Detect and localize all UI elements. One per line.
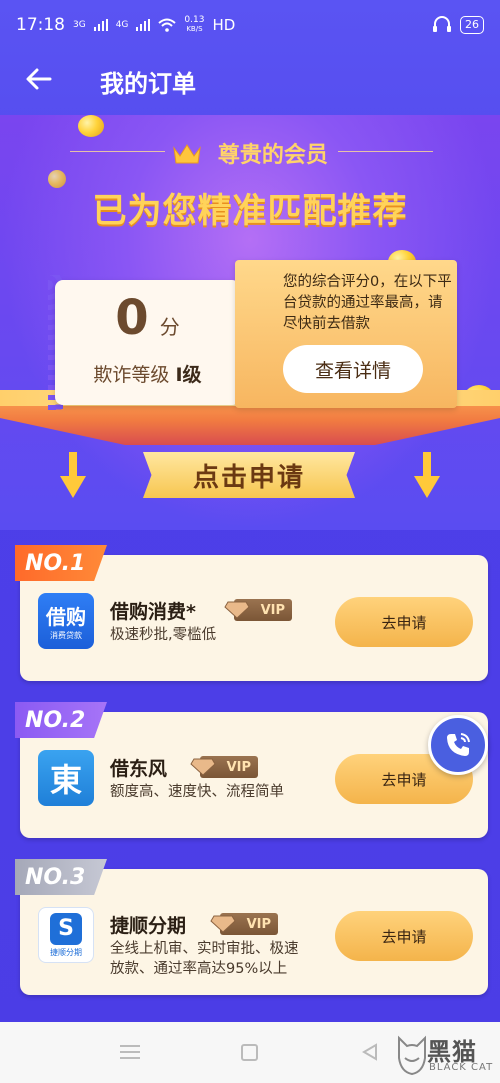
back-arrow-icon[interactable] <box>24 64 54 94</box>
signal-4g-label: 4G <box>115 19 129 30</box>
vip-badge: VIP <box>190 756 258 778</box>
watermark-en: BLACK CAT <box>429 1062 494 1073</box>
app-logo: S 捷顺分期 <box>38 907 94 963</box>
net-speed-unit: KB/S <box>186 25 203 33</box>
score-value: 0 <box>115 290 149 346</box>
coin-decoration <box>78 115 104 137</box>
cat-logo-icon <box>398 1035 426 1076</box>
rank-tag: NO.3 <box>15 859 107 895</box>
app-description: 全线上机审、实时审批、极速 放款、通过率高达95%以上 <box>110 939 299 979</box>
app-logo: 借购 消费贷款 <box>38 593 94 649</box>
arrow-down-icon <box>60 452 86 498</box>
phone-screen: 17:18 3G 4G 0.13 KB/S HD 26 我的订单 尊贵的会员 已… <box>0 0 500 1083</box>
vip-badge: VIP <box>224 599 292 621</box>
net-speed-value: 0.13 <box>184 15 205 25</box>
nav-bar: 我的订单 <box>0 50 500 110</box>
app-name: 借购消费* <box>110 601 196 623</box>
product-card[interactable]: NO.3 S 捷顺分期 捷顺分期 VIP 全线上机审、实时审批、极速 放款、通过… <box>15 859 488 995</box>
member-title: 尊贵的会员 <box>0 137 500 169</box>
page-title: 我的订单 <box>100 70 196 98</box>
app-description: 额度高、速度快、流程简单 <box>110 782 284 802</box>
member-label: 尊贵的会员 <box>217 143 328 168</box>
apply-button[interactable]: 去申请 <box>335 911 473 961</box>
vip-label: VIP <box>226 759 251 775</box>
app-name: 捷顺分期 <box>110 915 187 937</box>
hero-banner: 尊贵的会员 已为您精准匹配推荐 0 分 欺诈等级 I级 您的综合评分0，在以下平… <box>0 115 500 530</box>
app-name: 借东风 <box>110 758 168 780</box>
app-description-line: 全线上机审、实时审批、极速 <box>110 941 299 957</box>
app-logo-text: S <box>50 912 82 945</box>
rank-tag: NO.1 <box>15 545 107 581</box>
diamond-icon <box>210 915 236 933</box>
info-text: 您的综合评分0，在以下平台贷款的通过率最高，请尽快前去借款 <box>283 274 452 332</box>
app-logo-text: 借购 <box>46 605 86 629</box>
hero-headline: 已为您精准匹配推荐 <box>92 191 408 231</box>
fraud-label: 欺诈等级 <box>93 364 170 386</box>
app-description: 极速秒批,零槛低 <box>110 625 216 645</box>
app-description-line: 极速秒批,零槛低 <box>110 627 217 643</box>
app-description-line: 放款、通过率高达95%以上 <box>110 961 288 977</box>
vip-label: VIP <box>246 916 271 932</box>
phone-icon <box>447 733 470 756</box>
app-description-line: 额度高、速度快、流程简单 <box>110 784 284 800</box>
crown-icon <box>173 144 201 164</box>
status-bar: 17:18 3G 4G 0.13 KB/S HD 26 <box>0 0 500 50</box>
signal-3g-label: 3G <box>73 19 86 30</box>
vip-label: VIP <box>260 602 285 618</box>
blackcat-watermark: 黑猫 BLACK CAT <box>395 1030 500 1080</box>
menu-icon[interactable] <box>120 1044 140 1060</box>
arrow-down-icon <box>414 452 440 498</box>
app-logo-sub: 消费贷款 <box>50 631 82 640</box>
battery-indicator: 26 <box>460 16 484 34</box>
status-time: 17:18 <box>16 15 65 35</box>
diamond-icon <box>190 758 216 776</box>
fraud-level-value: I级 <box>175 364 202 386</box>
signal-icon <box>136 19 151 31</box>
app-logo-text: 東 <box>49 761 82 799</box>
apply-button[interactable]: 去申请 <box>335 597 473 647</box>
hd-label: HD <box>212 16 236 34</box>
score-unit: 分 <box>159 315 180 339</box>
back-triangle-icon[interactable] <box>360 1042 380 1062</box>
signal-icon <box>93 19 108 31</box>
home-icon[interactable] <box>241 1044 258 1061</box>
product-card[interactable]: NO.1 借购 消费贷款 借购消费* VIP 极速秒批,零槛低 去申请 <box>15 545 488 681</box>
vip-badge: VIP <box>210 913 278 935</box>
info-card: 您的综合评分0，在以下平台贷款的通过率最高，请尽快前去借款 查看详情 <box>235 260 457 408</box>
view-details-button[interactable]: 查看详情 <box>283 345 423 393</box>
product-card[interactable]: NO.2 東 借东风 VIP 额度高、速度快、流程简单 去申请 <box>15 702 488 838</box>
apply-banner[interactable]: 点击申请 <box>143 452 355 498</box>
wifi-icon <box>158 18 177 32</box>
call-button[interactable] <box>428 715 488 775</box>
rank-tag: NO.2 <box>15 702 107 738</box>
score-ticket: 0 分 欺诈等级 I级 <box>55 280 240 405</box>
diamond-icon <box>224 601 250 619</box>
app-logo: 東 <box>38 750 94 806</box>
headset-icon <box>433 16 451 32</box>
app-logo-sub: 捷顺分期 <box>50 947 82 957</box>
